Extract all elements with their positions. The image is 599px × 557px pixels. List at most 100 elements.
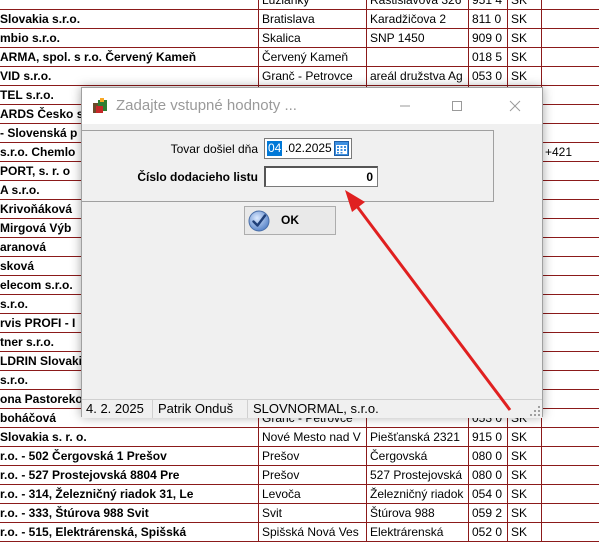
input-dialog: Zadajte vstupné hodnoty ... Tovar došiel… (81, 87, 543, 418)
table-cell: SK (507, 466, 541, 484)
table-row[interactable]: r.o. - 314, Železničný riadok 31, Le Levo… (0, 485, 599, 504)
table-cell (541, 257, 599, 275)
checkmark-icon (248, 210, 270, 232)
table-row[interactable]: r.o. - 515, Elektrárenská, Spišská Spišsk… (0, 523, 599, 542)
ok-label: OK (281, 213, 299, 227)
ok-button[interactable]: OK (244, 206, 336, 235)
table-cell: 059 2 (468, 504, 507, 522)
table-cell: Rastislavova 326 (366, 0, 468, 9)
table-cell (366, 48, 468, 66)
minimize-icon (400, 105, 410, 107)
table-cell: ARMA, spol. s r.o. Červený Kameň (0, 50, 197, 64)
table-cell: SK (507, 67, 541, 85)
maximize-button[interactable] (434, 88, 480, 124)
table-cell: Prešov (258, 466, 366, 484)
close-button[interactable] (492, 88, 538, 124)
calendar-icon[interactable] (334, 141, 349, 156)
date-month-year: .02.2025 (285, 141, 332, 155)
table-cell (541, 105, 599, 123)
table-cell: r.o. - 314, Železničný riadok 31, Le (0, 487, 194, 501)
date-label: Tovar došiel dňa (170, 142, 258, 156)
table-cell: SK (507, 504, 541, 522)
delivery-note-label: Číslo dodacieho listu (137, 170, 258, 184)
table-cell: 811 0 (468, 10, 507, 28)
resize-grip-icon[interactable] (530, 406, 540, 416)
table-cell (541, 238, 599, 256)
table-cell: Čergovská (366, 447, 468, 465)
delivery-date-field[interactable]: 04 .02.2025 (264, 138, 352, 159)
table-cell (541, 504, 599, 522)
table-cell (0, 0, 258, 9)
minimize-button[interactable] (382, 88, 428, 124)
dialog-titlebar[interactable]: Zadajte vstupné hodnoty ... (82, 88, 542, 124)
table-cell (541, 314, 599, 332)
table-row[interactable]: r.o. - 527 Prostejovská 8804 Pre Prešov 52… (0, 466, 599, 485)
table-cell (541, 485, 599, 503)
table-row[interactable]: Slovakia s. r. o. Nové Mesto nad V Piešťan… (0, 428, 599, 447)
table-cell: VID s.r.o. (0, 69, 52, 83)
table-cell (541, 295, 599, 313)
table-cell: 080 0 (468, 466, 507, 484)
table-cell: SK (507, 10, 541, 28)
table-cell: SK (507, 485, 541, 503)
table-cell: Piešťanská 2321 (366, 428, 468, 446)
table-cell (541, 409, 599, 427)
table-cell: 053 0 (468, 67, 507, 85)
table-row[interactable]: ARMA, spol. s r.o. Červený Kameň Červený … (0, 48, 599, 67)
table-cell: Prešov (258, 447, 366, 465)
table-cell (541, 447, 599, 465)
table-cell: mbio s.r.o. (0, 31, 61, 45)
table-cell (541, 67, 599, 85)
table-cell: 018 5 (468, 48, 507, 66)
status-date: 4. 2. 2025 (86, 401, 144, 416)
table-cell (541, 333, 599, 351)
table-cell: SK (507, 29, 541, 47)
table-cell: Lužianky (258, 0, 366, 9)
table-row[interactable]: Lužianky Rastislavova 326 951 4 SK (0, 0, 599, 10)
app-icon (93, 98, 107, 113)
table-cell (541, 371, 599, 389)
table-cell (541, 124, 599, 142)
table-cell: Slovakia s. r. o. (0, 430, 87, 444)
table-cell: Štúrova 988 (366, 504, 468, 522)
table-cell: 909 0 (468, 29, 507, 47)
status-bar: 4. 2. 2025 Patrik Onduš SLOVNORMAL, s.r.… (82, 399, 542, 418)
table-cell: 527 Prostejovská (366, 466, 468, 484)
table-cell: areál družstva Ag (366, 67, 468, 85)
table-cell: 915 0 (468, 428, 507, 446)
table-cell: Červený Kameň (258, 48, 366, 66)
table-cell (541, 466, 599, 484)
table-cell: SK (507, 48, 541, 66)
table-cell (541, 276, 599, 294)
table-cell: Levoča (258, 485, 366, 503)
close-icon (509, 100, 521, 112)
table-row[interactable]: r.o. - 333, Štúrova 988 Svit Svit Štúrova … (0, 504, 599, 523)
delivery-note-field[interactable]: 0 (264, 166, 378, 187)
table-cell: 052 0 (468, 523, 507, 541)
table-row[interactable]: Slovakia s.r.o. Bratislava Karadžičova 2 81… (0, 10, 599, 29)
table-cell (541, 219, 599, 237)
table-cell: SK (507, 523, 541, 541)
table-cell: SK (507, 428, 541, 446)
table-cell (541, 200, 599, 218)
table-cell: Spišská Nová Ves (258, 523, 366, 541)
table-cell (541, 428, 599, 446)
table-cell (541, 523, 599, 541)
table-cell: 951 4 (468, 0, 507, 9)
table-row[interactable]: r.o. - 502 Čergovská 1 Prešov Prešov Čergo… (0, 447, 599, 466)
table-cell: Svit (258, 504, 366, 522)
table-cell (541, 48, 599, 66)
table-cell: Granč - Petrovce (258, 67, 366, 85)
table-row[interactable]: VID s.r.o. Granč - Petrovce areál družstva… (0, 67, 599, 86)
table-cell: +421 (541, 143, 599, 161)
table-cell: r.o. - 515, Elektrárenská, Spišská (0, 525, 187, 539)
table-cell: r.o. - 502 Čergovská 1 Prešov (0, 449, 167, 463)
table-cell (541, 86, 599, 104)
table-row[interactable]: mbio s.r.o. Skalica SNP 1450 909 0 SK (0, 29, 599, 48)
table-cell: SK (507, 447, 541, 465)
table-cell: Bratislava (258, 10, 366, 28)
status-company: SLOVNORMAL, s.r.o. (247, 400, 379, 418)
table-cell: Skalica (258, 29, 366, 47)
table-cell: r.o. - 527 Prostejovská 8804 Pre (0, 468, 180, 482)
table-cell (541, 162, 599, 180)
